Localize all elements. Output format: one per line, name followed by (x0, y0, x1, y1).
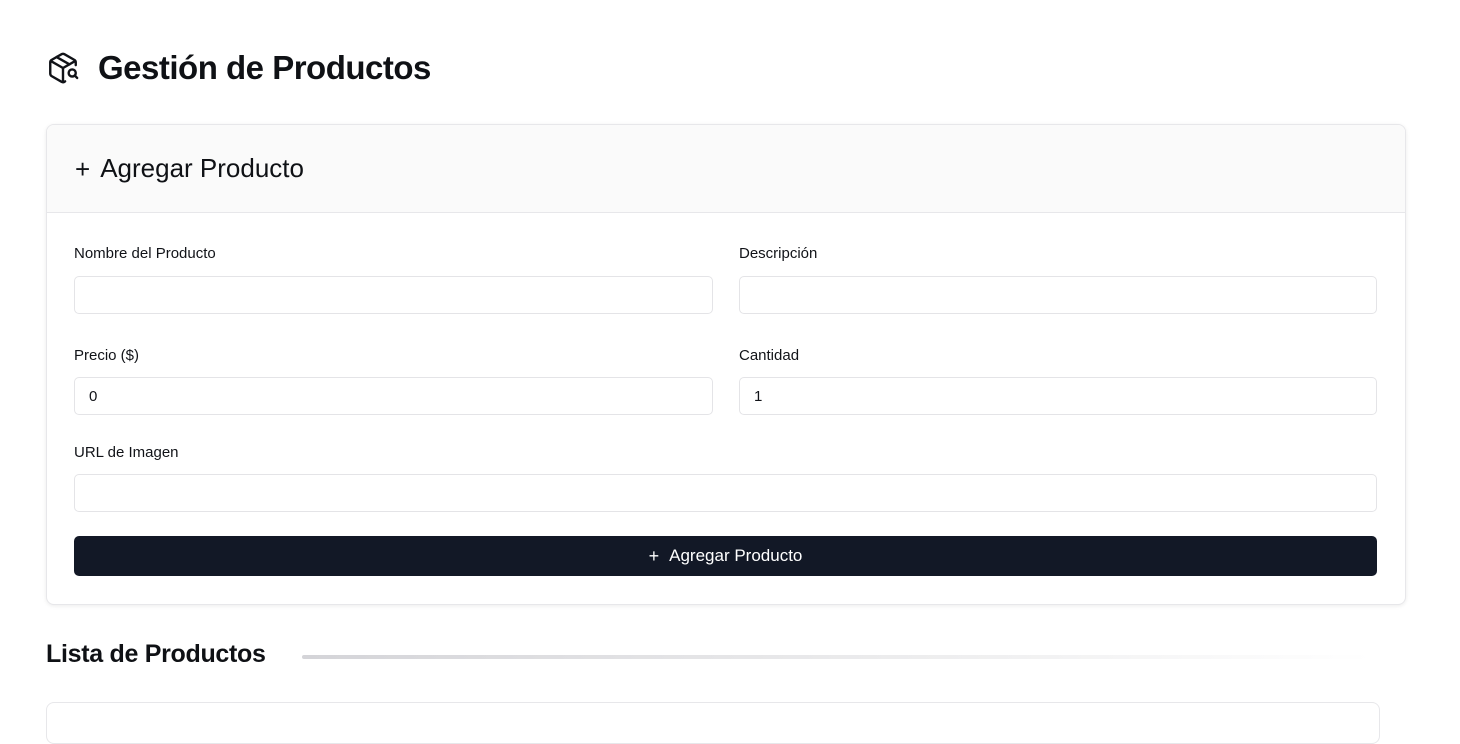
product-list-title: Lista de Productos (46, 640, 266, 668)
add-product-card-header: + Agregar Producto (47, 125, 1405, 213)
add-product-button-label: Agregar Producto (669, 546, 803, 565)
product-name-label: Nombre del Producto (74, 245, 216, 262)
description-input[interactable] (739, 276, 1377, 314)
package-search-icon (46, 51, 80, 85)
image-url-label: URL de Imagen (74, 444, 179, 461)
plus-icon: + (75, 153, 91, 184)
plus-icon: + (648, 545, 660, 566)
page-header: Gestión de Productos (46, 46, 431, 90)
add-product-card: + Agregar Producto Nombre del Producto D… (46, 124, 1406, 605)
product-name-input[interactable] (74, 276, 713, 314)
product-list-card (46, 702, 1380, 744)
page-title: Gestión de Productos (98, 49, 431, 86)
price-input[interactable] (74, 377, 713, 415)
add-product-button[interactable]: + Agregar Producto (74, 536, 1377, 576)
price-label: Precio ($) (74, 347, 140, 364)
quantity-label: Cantidad (739, 347, 800, 364)
card-title: Agregar Producto (100, 153, 304, 183)
description-label: Descripción (739, 245, 818, 262)
section-divider (302, 655, 1372, 659)
quantity-input[interactable] (739, 377, 1377, 415)
image-url-input[interactable] (74, 474, 1377, 512)
